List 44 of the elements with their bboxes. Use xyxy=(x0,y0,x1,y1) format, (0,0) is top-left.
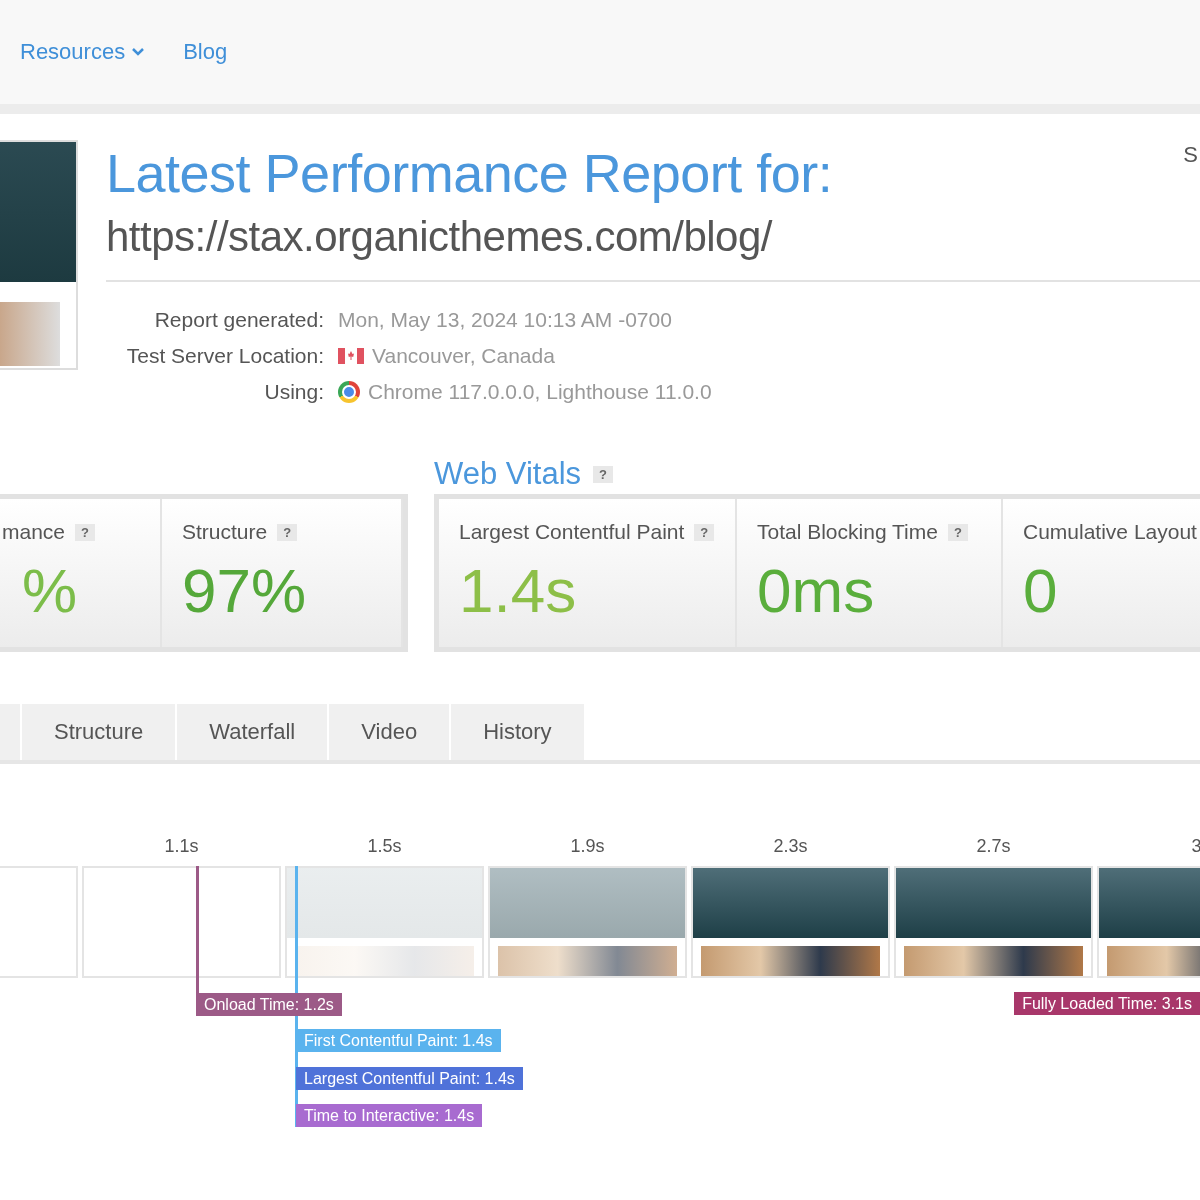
section-title: Web Vitals xyxy=(434,456,582,492)
time-label: 2.3s xyxy=(773,836,808,856)
score-label: mance xyxy=(2,520,66,544)
timing-label: Fully Loaded Time: 3.1s xyxy=(1014,992,1200,1015)
help-badge[interactable]: ? xyxy=(947,523,968,541)
vital-value: 0ms xyxy=(757,555,876,627)
vital-value: 0 xyxy=(1023,555,1059,627)
browser-icon xyxy=(338,381,360,403)
detail-value: Chrome 117.0.0.0, Lighthouse 11.0.0 xyxy=(368,379,712,405)
timing-label: First Contentful Paint: 1.4s xyxy=(296,1029,501,1052)
nav-link[interactable]: Blog xyxy=(183,39,228,65)
vital-label: Cumulative Layout xyxy=(1023,520,1197,544)
vital-label: Largest Contentful Paint xyxy=(459,520,685,544)
detail-value: Mon, May 13, 2024 10:13 AM -0700 xyxy=(338,307,672,333)
detail-label: Using: xyxy=(263,379,324,405)
tab[interactable]: History xyxy=(449,704,584,760)
timing-label: Onload Time: 1.2s xyxy=(196,993,342,1016)
help-badge[interactable]: ? xyxy=(75,523,95,541)
nav-link[interactable]: Resources xyxy=(20,39,146,65)
time-label: 3 xyxy=(1191,836,1200,856)
score-value: % xyxy=(22,555,79,627)
timing-label: Time to Interactive: 1.4s xyxy=(296,1104,483,1127)
tab[interactable]: Video xyxy=(327,704,450,760)
score-label: Structure xyxy=(182,520,268,544)
tab[interactable]: Waterfall xyxy=(175,704,328,760)
report-title: Latest Performance Report for: xyxy=(106,142,833,205)
report-url: https://stax.organicthemes.com/blog/ xyxy=(106,206,1200,282)
detail-label: Test Server Location: xyxy=(125,343,324,369)
detail-value: Vancouver, Canada xyxy=(372,343,555,369)
help-badge[interactable]: ? xyxy=(277,523,298,541)
edge-text: S xyxy=(1183,142,1198,168)
vital-label: Total Blocking Time xyxy=(757,520,938,544)
score-value: 97% xyxy=(182,555,308,627)
time-label: 1.9s xyxy=(570,836,605,856)
time-label: 2.7s xyxy=(976,836,1011,856)
detail-label: Report generated: xyxy=(153,307,324,333)
time-label: 1.5s xyxy=(367,836,402,856)
flag-icon xyxy=(338,348,364,364)
tab[interactable]: Structure xyxy=(20,704,176,760)
help-badge[interactable]: ? xyxy=(694,523,715,541)
help-badge[interactable]: ? xyxy=(593,465,613,483)
time-label: 1.1s xyxy=(164,836,199,856)
vital-value: 1.4s xyxy=(459,555,578,627)
timing-label: Largest Contentful Paint: 1.4s xyxy=(296,1067,523,1090)
